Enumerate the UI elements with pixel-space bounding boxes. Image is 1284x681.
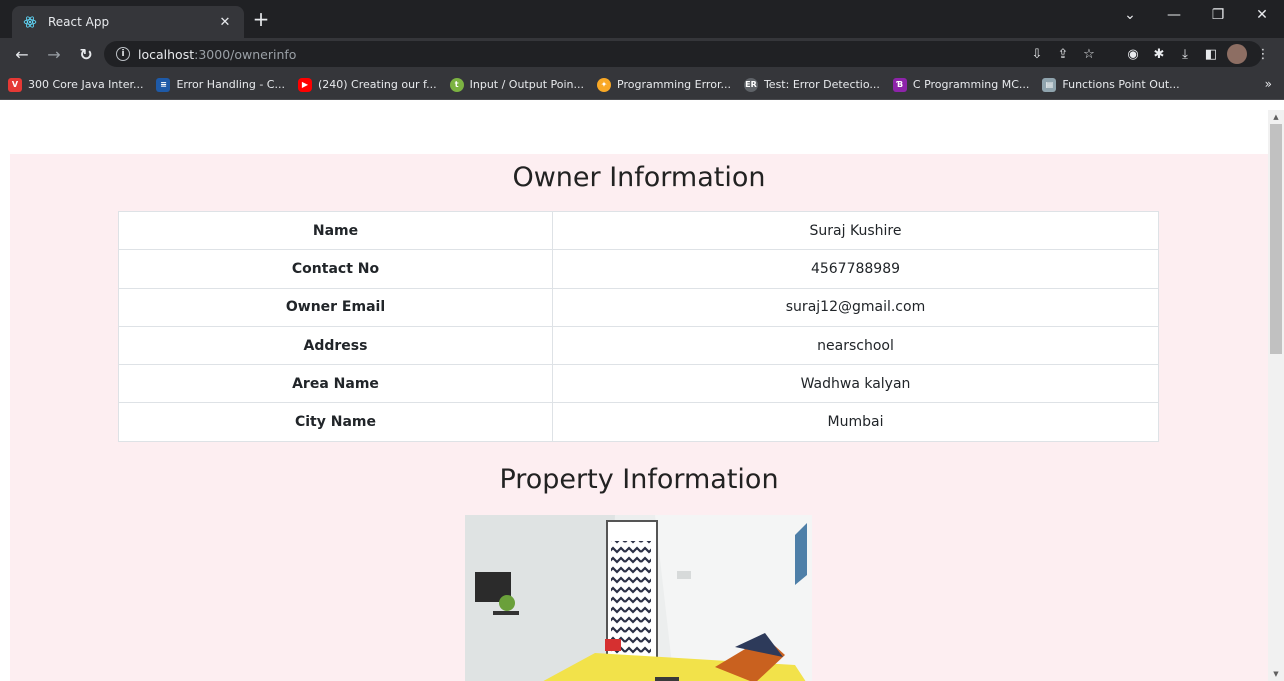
bookmark-item[interactable]: V 300 Core Java Inter... [8, 77, 143, 92]
omnibox-actions: ⇩ ⇪ ☆ [1024, 41, 1102, 67]
bookmark-item[interactable]: ER Test: Error Detectio... [743, 77, 880, 92]
tab-search-icon[interactable]: ⌄ [1108, 0, 1152, 30]
back-button[interactable]: ← [8, 40, 36, 68]
site-info-icon[interactable]: i [116, 47, 130, 61]
share-icon[interactable]: ⇪ [1050, 47, 1076, 62]
row-label: Area Name [118, 364, 553, 404]
table-row: Owner Email suraj12@gmail.com [118, 287, 1159, 327]
owner-info-container: Owner Information Name Suraj Kushire Cont… [10, 154, 1268, 681]
bookmark-item[interactable]: ▤ Functions Point Out... [1042, 77, 1180, 92]
property-heading: Property Information [499, 464, 779, 495]
downloads-icon[interactable]: ⤓ [1172, 41, 1198, 67]
property-photo [465, 515, 812, 681]
more-bookmarks-icon[interactable]: » [1265, 77, 1272, 91]
url-path: :3000/ownerinfo [194, 46, 297, 62]
bookmark-item[interactable]: ▶ (240) Creating our f... [297, 77, 437, 92]
browser-tab[interactable]: React App ✕ [12, 6, 244, 38]
address-bar[interactable]: i localhost:3000/ownerinfo ⇩ ⇪ ☆ [104, 41, 1262, 67]
indiabix-icon: ▤ [1042, 77, 1057, 92]
side-panel-icon[interactable]: ◧ [1198, 41, 1224, 67]
page-viewport: Owner Information Name Suraj Kushire Cont… [0, 110, 1268, 681]
owner-info-table: Name Suraj Kushire Contact No 4567788989 O… [118, 210, 1159, 442]
forward-button[interactable]: → [40, 40, 68, 68]
table-row: City Name Mumbai [118, 402, 1159, 442]
extensions-icon[interactable]: ✱ [1146, 41, 1172, 67]
row-value: Wadhwa kalyan [552, 364, 1159, 404]
browser-toolbar: ← → ↻ i localhost:3000/ownerinfo ⇩ ⇪ ☆ ◉… [0, 38, 1284, 70]
row-label: Address [118, 325, 553, 366]
table-row: Name Suraj Kushire [118, 210, 1159, 251]
bug-icon: ✦ [597, 77, 612, 92]
react-icon [22, 14, 38, 30]
scroll-up-arrow-icon[interactable]: ▲ [1272, 113, 1280, 121]
row-value: 4567788989 [552, 249, 1159, 289]
table-row: Area Name Wadhwa kalyan [118, 364, 1159, 404]
row-value: nearschool [552, 325, 1159, 366]
tutorialspoint-icon: t [449, 77, 464, 92]
tab-strip: React App ✕ + ⌄ — ❐ ✕ [0, 0, 1284, 38]
row-label: City Name [118, 402, 553, 442]
bookmark-item[interactable]: t Input / Output Poin... [449, 77, 584, 92]
v-red-icon: V [8, 77, 22, 92]
codeforwin-icon: ≡ [156, 77, 171, 92]
minimize-button[interactable]: — [1152, 0, 1196, 30]
url-host: localhost [138, 46, 195, 62]
close-tab-icon[interactable]: ✕ [216, 13, 234, 31]
new-tab-button[interactable]: + [250, 9, 272, 31]
table-row: Contact No 4567788989 [118, 249, 1159, 289]
row-value: Mumbai [552, 402, 1159, 442]
install-app-icon[interactable]: ⇩ [1024, 47, 1050, 62]
owner-heading: Owner Information [512, 162, 766, 193]
bookmarks-bar: V 300 Core Java Inter... ≡ Error Handling … [0, 70, 1284, 100]
bookmark-item[interactable]: ✦ Programming Error... [597, 77, 731, 92]
row-label: Contact No [118, 249, 553, 289]
scroll-down-arrow-icon[interactable]: ▼ [1272, 670, 1280, 678]
scroll-thumb[interactable] [1270, 124, 1282, 354]
youtube-icon: ▶ [297, 77, 312, 92]
table-row: Address nearschool [118, 325, 1159, 366]
mcq-icon: Ɓ [892, 77, 907, 92]
bookmark-item[interactable]: ƁC Programming MC... [892, 77, 1029, 92]
bookmark-item[interactable]: ≡ Error Handling - C... [156, 77, 285, 92]
grammarly-icon[interactable]: ◉ [1120, 41, 1146, 67]
profile-avatar[interactable] [1227, 44, 1247, 64]
extension-actions: ◉ ✱ ⤓ ◧ ⋮ [1120, 40, 1276, 68]
tab-title: React App [48, 15, 110, 29]
row-label: Owner Email [118, 287, 553, 327]
menu-icon[interactable]: ⋮ [1250, 41, 1276, 67]
restore-button[interactable]: ❐ [1196, 0, 1240, 30]
row-value: Suraj Kushire [552, 210, 1159, 251]
reload-button[interactable]: ↻ [72, 40, 100, 68]
row-label: Name [118, 210, 553, 251]
er-icon: ER [743, 77, 758, 92]
close-window-button[interactable]: ✕ [1240, 0, 1284, 30]
page-scrollbar[interactable]: ▲ ▼ [1268, 110, 1284, 681]
bookmark-star-icon[interactable]: ☆ [1076, 47, 1102, 62]
row-value: suraj12@gmail.com [552, 287, 1159, 327]
